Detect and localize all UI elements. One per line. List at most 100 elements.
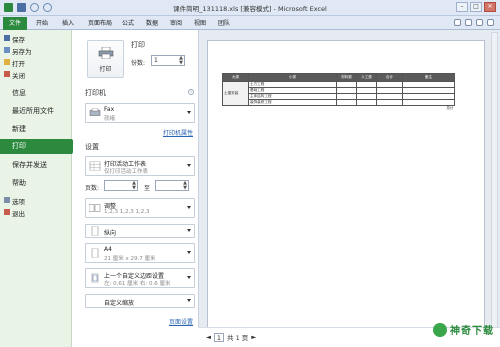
maximize-button[interactable]: □ <box>470 2 482 12</box>
page-setup-link[interactable]: 页面设置 <box>169 317 193 326</box>
copies-label: 份数: <box>131 60 146 67</box>
pages-from-input[interactable]: ▲ ▼ <box>104 180 138 191</box>
settings-heading: 设置 <box>85 143 99 151</box>
window-restore-icon[interactable] <box>476 19 483 26</box>
sidebar-item-label: 打印 <box>12 142 26 150</box>
ribbon-tabs: 文件 开始 插入 页面布局 公式 数据 审阅 视图 团队 <box>0 16 500 30</box>
sidebar-item-label: 另存为 <box>12 48 32 56</box>
header-cell: 小类 <box>248 73 337 82</box>
tab-team[interactable]: 团队 <box>218 18 230 29</box>
total-cell: 总计 <box>446 106 454 110</box>
spinner-arrows-icon[interactable]: ▲ ▼ <box>179 56 183 66</box>
orientation-dropdown[interactable]: 纵向 <box>85 224 195 238</box>
chevron-down-icon <box>187 276 191 279</box>
sidebar-item-info[interactable]: 信息 <box>0 88 72 98</box>
scaling-dropdown[interactable]: 自定义缩放 <box>85 294 195 308</box>
collate-dropdown[interactable]: 调整 1,2,3 1,2,3 1,2,3 <box>85 198 195 218</box>
print-scope-dropdown[interactable]: 打印活动工作表 仅打印活动工作表 <box>85 156 195 176</box>
printer-dropdown[interactable]: Fax 就绪 <box>85 103 195 123</box>
chevron-down-icon <box>187 206 191 209</box>
fax-printer-icon <box>89 108 101 116</box>
print-button[interactable]: 打印 <box>87 40 124 78</box>
preview-page: 大类 小类 材料费 人工费 合计 备注 土建安装 土方工程 基础工程 主体结构工… <box>207 40 485 334</box>
table-cell <box>223 106 403 112</box>
window-title: 课件简明_131118.xls [兼容模式] - Microsoft Excel <box>173 5 327 13</box>
print-settings-panel: 打印 打印 份数: 1 ▲ ▼ 打印机 i Fax 就绪 打印机属性 设置 打印活… <box>73 30 198 347</box>
next-page-icon[interactable]: ► <box>251 333 256 341</box>
help-icon[interactable] <box>465 19 472 26</box>
sidebar-item-recent[interactable]: 最近所用文件 <box>0 106 72 116</box>
sidebar-item-exit[interactable]: 退出 <box>0 208 72 218</box>
sidebar-item-open[interactable]: 打开 <box>0 58 72 68</box>
sidebar-item-label: 退出 <box>12 210 25 218</box>
tab-page-layout[interactable]: 页面布局 <box>88 18 112 29</box>
copies-input[interactable]: 1 ▲ ▼ <box>151 55 185 66</box>
chevron-down-icon <box>187 164 191 167</box>
paper-size-dropdown[interactable]: A4 21 厘米 x 29.7 厘米 <box>85 243 195 263</box>
printer-heading: 打印机 <box>85 89 106 97</box>
header-cell: 大类 <box>222 73 249 82</box>
printer-status: 就绪 <box>104 116 116 122</box>
tab-data[interactable]: 数据 <box>146 18 158 29</box>
margins-dropdown[interactable]: 上一个自定义边距设置 左: 0.61 厘米 右: 0.6 厘米 <box>85 268 195 288</box>
watermark-text: 神奇下载 <box>450 326 494 337</box>
spinner-arrows-icon[interactable]: ▲ ▼ <box>183 181 187 191</box>
minimize-ribbon-icon[interactable] <box>454 19 461 26</box>
sidebar-item-save[interactable]: 保存 <box>0 34 72 44</box>
scaling-label: 自定义缩放 <box>104 300 135 307</box>
sidebar-item-close[interactable]: 关闭 <box>0 70 72 80</box>
tab-file[interactable]: 文件 <box>3 17 27 30</box>
sidebar-item-print[interactable]: 打印 <box>0 139 77 154</box>
collate-description: 1,2,3 1,2,3 1,2,3 <box>104 209 150 215</box>
minimize-button[interactable]: – <box>456 2 468 12</box>
watermark: 神奇下载 <box>433 322 494 337</box>
print-button-label: 打印 <box>99 66 112 73</box>
sidebar-item-help[interactable]: 帮助 <box>0 178 72 188</box>
sidebar-item-save-send[interactable]: 保存并发送 <box>0 160 72 170</box>
header-cell: 合计 <box>376 73 403 82</box>
margins-description: 左: 0.61 厘米 右: 0.6 厘米 <box>104 281 171 287</box>
title-bar: 课件简明_131118.xls [兼容模式] - Microsoft Excel… <box>0 0 500 16</box>
tab-view[interactable]: 视图 <box>194 18 206 29</box>
chevron-down-icon <box>187 111 191 114</box>
portrait-icon <box>91 226 99 236</box>
paper-size-label: A4 <box>104 246 112 253</box>
worksheet-icon <box>89 161 101 171</box>
save-icon <box>4 35 10 41</box>
info-icon[interactable]: i <box>188 89 194 95</box>
print-preview-area: 大类 小类 材料费 人工费 合计 备注 土建安装 土方工程 基础工程 主体结构工… <box>198 30 500 347</box>
margins-icon <box>91 273 99 283</box>
sidebar-item-label: 选项 <box>12 198 25 206</box>
merged-category-cell: 土建安装 <box>222 81 249 106</box>
sidebar-item-options[interactable]: 选项 <box>0 196 72 206</box>
header-cell: 人工费 <box>356 73 377 82</box>
page-number-input[interactable]: 1 <box>214 332 224 342</box>
pages-to-input[interactable]: ▲ ▼ <box>155 180 189 191</box>
previous-page-icon[interactable]: ◄ <box>206 333 211 341</box>
chevron-down-icon <box>187 299 191 302</box>
printer-properties-link[interactable]: 打印机属性 <box>163 128 193 137</box>
backstage-sidebar: 保存 另存为 打开 关闭 信息 最近所用文件 新建 打印 保存并发送 帮助 选项… <box>0 30 77 347</box>
tab-formulas[interactable]: 公式 <box>122 18 134 29</box>
pages-label: 页数: <box>85 185 100 192</box>
tab-home[interactable]: 开始 <box>36 18 48 29</box>
paper-size-description: 21 厘米 x 29.7 厘米 <box>104 256 156 262</box>
sidebar-item-label: 关闭 <box>12 72 25 80</box>
options-icon <box>4 197 10 203</box>
tab-review[interactable]: 审阅 <box>170 18 182 29</box>
watermark-logo-icon <box>433 322 447 337</box>
orientation-label: 纵向 <box>104 230 117 237</box>
preview-scrollbar[interactable] <box>491 32 498 328</box>
tab-insert[interactable]: 插入 <box>62 18 74 29</box>
scope-description: 仅打印活动工作表 <box>104 169 149 175</box>
sidebar-item-new[interactable]: 新建 <box>0 124 72 134</box>
printer-name: Fax <box>104 106 115 113</box>
collate-icon <box>89 204 101 212</box>
window-close-icon[interactable] <box>487 19 494 26</box>
exit-icon <box>4 209 10 215</box>
sidebar-item-save-as[interactable]: 另存为 <box>0 46 72 56</box>
chevron-down-icon <box>187 229 191 232</box>
copies-value: 1 <box>154 57 158 64</box>
close-button[interactable]: ✕ <box>484 2 496 12</box>
spinner-arrows-icon[interactable]: ▲ ▼ <box>132 181 136 191</box>
